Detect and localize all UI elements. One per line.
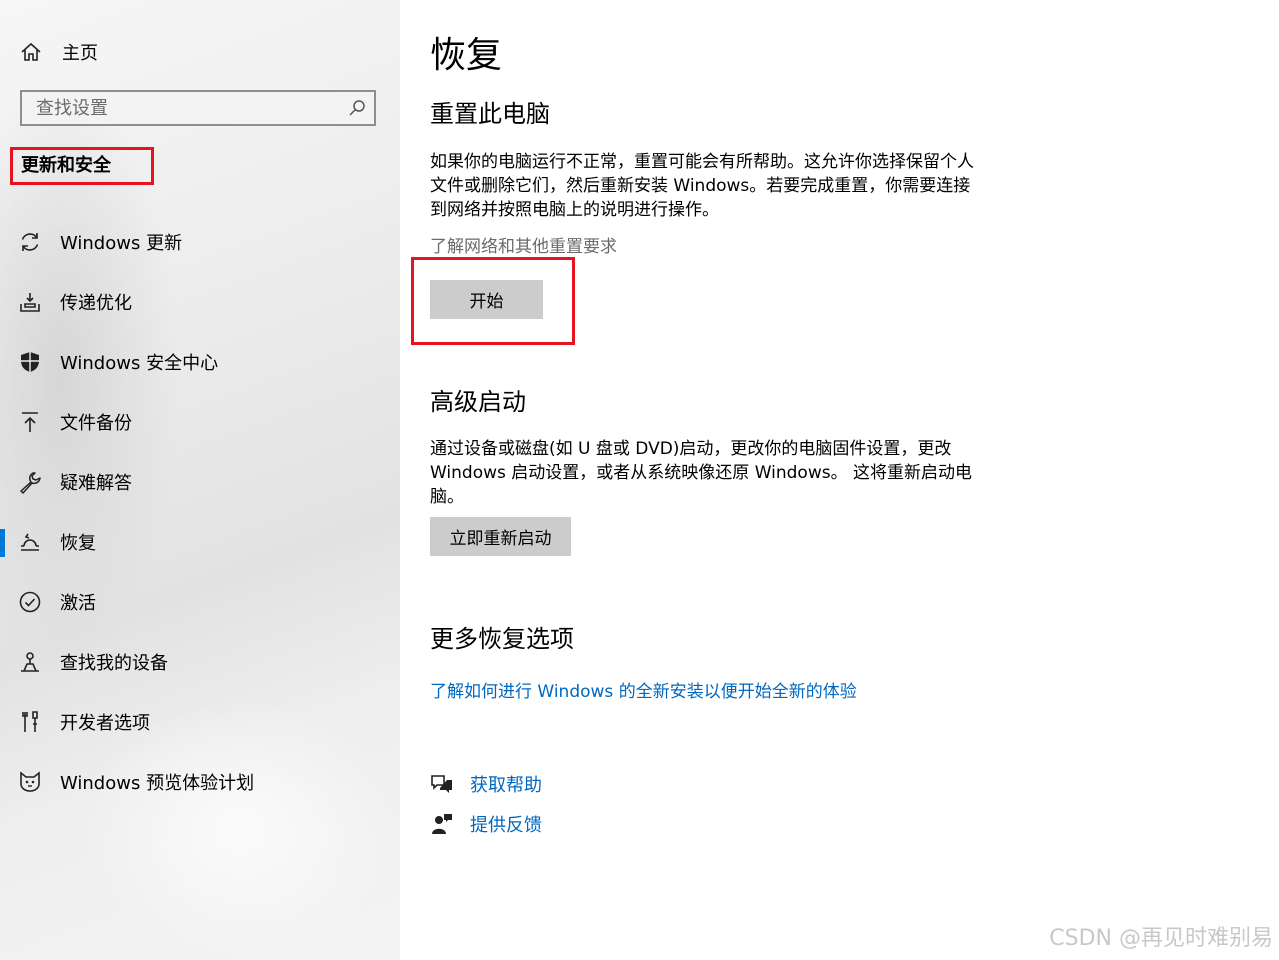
advanced-description-line: 通过设备或磁盘(如 U 盘或 DVD)启动，更改你的电脑固件设置，更改 xyxy=(430,439,952,459)
refresh-icon xyxy=(21,233,39,251)
sidebar-item-backup[interactable]: 文件备份 xyxy=(0,392,400,452)
selected-indicator xyxy=(0,529,5,557)
advanced-startup-heading: 高级启动 xyxy=(430,388,526,416)
more-options-heading: 更多恢复选项 xyxy=(430,625,574,653)
sidebar-item-insider[interactable]: Windows 预览体验计划 xyxy=(0,752,400,812)
sidebar-item-label: Windows 预览体验计划 xyxy=(60,773,255,794)
sidebar-item-label: 文件备份 xyxy=(60,413,132,434)
reset-description-line: 文件或删除它们，然后重新安装 Windows。若要完成重置，你需要连接 xyxy=(430,176,971,196)
restart-now-button[interactable]: 立即重新启动 xyxy=(430,517,571,556)
chat-help-icon xyxy=(431,775,452,793)
get-help-link[interactable]: 获取帮助 xyxy=(470,771,542,797)
wrench-icon xyxy=(20,472,41,494)
sidebar-nav: Windows 更新 传递优化 Windows 安全中心 文件备份 疑难解答 恢… xyxy=(0,212,400,812)
sidebar-item-label: Windows 更新 xyxy=(60,233,183,254)
reset-start-button[interactable]: 开始 xyxy=(430,280,543,319)
home-icon xyxy=(21,42,41,61)
sidebar-item-developer-options[interactable]: 开发者选项 xyxy=(0,692,400,752)
sidebar-item-label: Windows 安全中心 xyxy=(60,353,219,374)
reset-heading: 重置此电脑 xyxy=(430,100,550,128)
get-help-row[interactable]: 获取帮助 xyxy=(430,770,542,798)
home-label: 主页 xyxy=(62,43,98,64)
fresh-install-link[interactable]: 了解如何进行 Windows 的全新安装以便开始全新的体验 xyxy=(430,677,857,702)
search-box[interactable] xyxy=(20,90,376,126)
reset-description-line: 如果你的电脑运行不正常，重置可能会有所帮助。这允许你选择保留个人 xyxy=(430,152,974,172)
sidebar-item-label: 传递优化 xyxy=(60,293,132,314)
sidebar-item-label: 激活 xyxy=(60,593,96,614)
feedback-person-icon xyxy=(432,814,452,834)
feedback-link[interactable]: 提供反馈 xyxy=(470,811,542,837)
reset-description-line: 到网络并按照电脑上的说明进行操作。 xyxy=(430,200,719,220)
sidebar-item-label: 恢复 xyxy=(60,533,96,554)
delivery-optimization-icon xyxy=(20,293,40,312)
reset-requirements-link[interactable]: 了解网络和其他重置要求 xyxy=(430,232,617,257)
sidebar-item-activation[interactable]: 激活 xyxy=(0,572,400,632)
developer-tools-icon xyxy=(22,711,38,732)
reset-description: 如果你的电脑运行不正常，重置可能会有所帮助。这允许你选择保留个人 文件或删除它们… xyxy=(430,150,995,222)
sidebar-item-find-device[interactable]: 查找我的设备 xyxy=(0,632,400,692)
sidebar-item-security-center[interactable]: Windows 安全中心 xyxy=(0,332,400,392)
advanced-description-line: 脑。 xyxy=(430,487,464,507)
sidebar-item-recovery[interactable]: 恢复 xyxy=(0,512,400,572)
recovery-icon xyxy=(21,533,39,551)
advanced-startup-description: 通过设备或磁盘(如 U 盘或 DVD)启动，更改你的电脑固件设置，更改 Wind… xyxy=(430,437,995,509)
sidebar-item-troubleshoot[interactable]: 疑难解答 xyxy=(0,452,400,512)
feedback-row[interactable]: 提供反馈 xyxy=(430,810,542,838)
sidebar-item-delivery-optimization[interactable]: 传递优化 xyxy=(0,272,400,332)
watermark: CSDN @再见时难别易 xyxy=(1049,926,1273,951)
section-title: 更新和安全 xyxy=(10,147,154,185)
sidebar-item-label: 开发者选项 xyxy=(60,713,150,734)
insider-cat-icon xyxy=(20,771,40,792)
search-icon[interactable] xyxy=(348,99,366,117)
sidebar-item-label: 查找我的设备 xyxy=(60,653,168,674)
advanced-description-line: Windows 启动设置，或者从系统映像还原 Windows。 这将重新启动电 xyxy=(430,463,972,483)
backup-arrow-icon xyxy=(22,412,38,432)
sidebar-home[interactable]: 主页 xyxy=(20,38,98,66)
page-title: 恢复 xyxy=(430,35,503,76)
check-circle-icon xyxy=(19,591,41,613)
find-device-icon xyxy=(21,652,39,672)
sidebar: 主页 更新和安全 Windows 更新 传递优化 xyxy=(0,0,400,960)
sidebar-item-windows-update[interactable]: Windows 更新 xyxy=(0,212,400,272)
search-input[interactable] xyxy=(22,92,342,124)
sidebar-item-label: 疑难解答 xyxy=(60,473,132,494)
shield-icon xyxy=(21,352,39,372)
